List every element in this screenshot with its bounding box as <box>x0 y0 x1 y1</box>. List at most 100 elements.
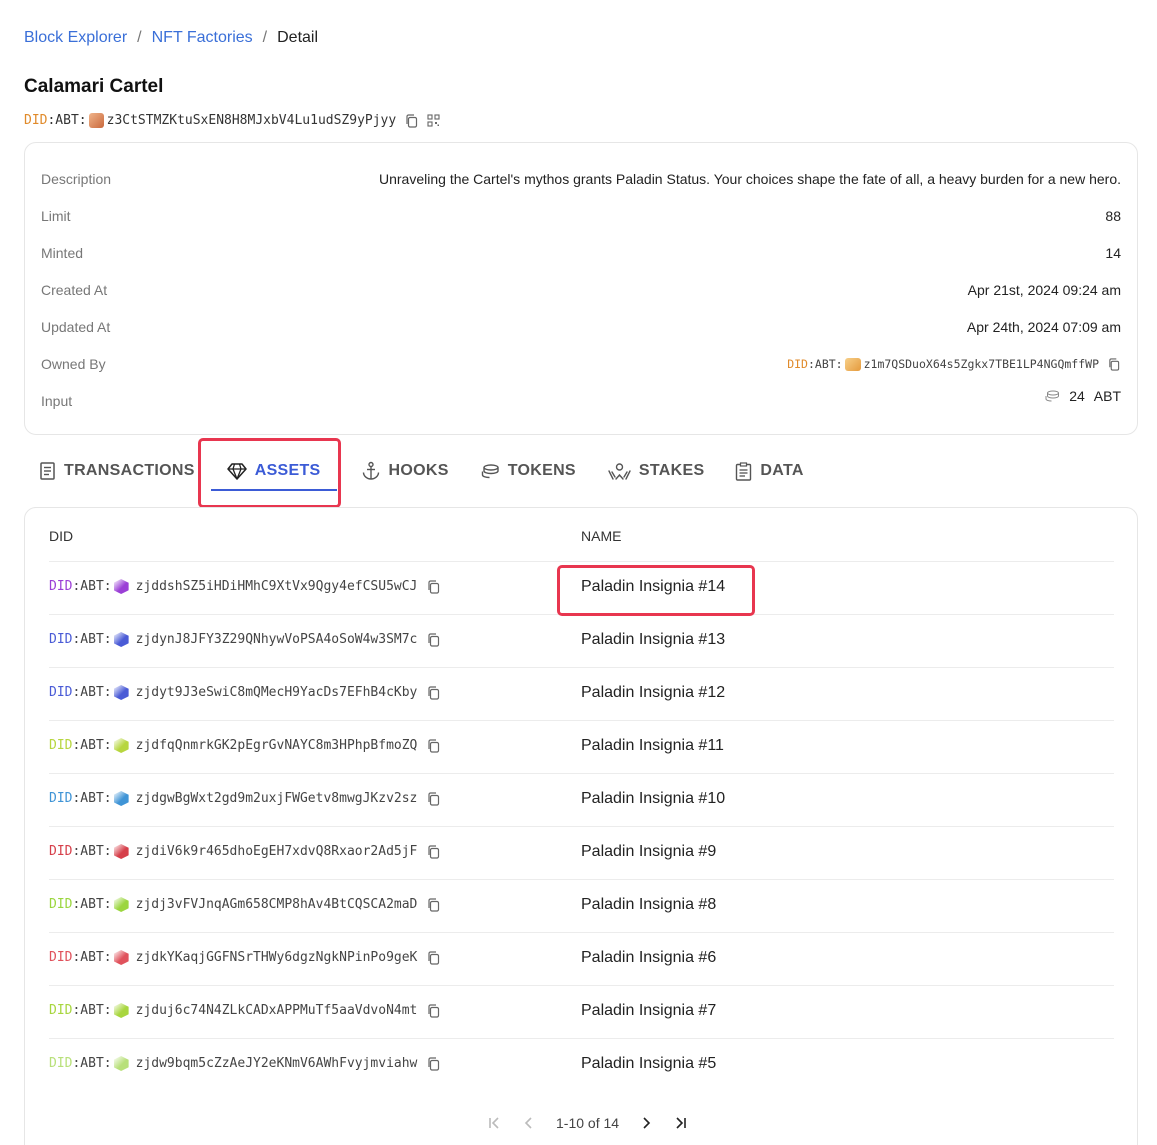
owner-address[interactable]: z1m7QSDuoX64s5Zgkx7TBE1LP4NGQmffWP <box>864 357 1099 371</box>
highlight-box-first-name <box>557 565 755 616</box>
asset-name[interactable]: Paladin Insignia #10 <box>581 790 725 808</box>
updated-label: Updated At <box>41 319 111 335</box>
asset-name[interactable]: Paladin Insignia #9 <box>581 843 716 861</box>
owner-did-prefix-suffix: :ABT: <box>807 357 843 371</box>
copy-icon[interactable] <box>426 1056 440 1071</box>
page-title: Calamari Cartel <box>24 76 164 97</box>
asset-name[interactable]: Paladin Insignia #13 <box>581 631 725 649</box>
asset-address[interactable]: zjdfqQnmrkGK2pEgrGvNAYC8m3HPhpBfmoZQ <box>136 738 418 753</box>
coins-icon <box>1045 390 1060 402</box>
owned-by-label: Owned By <box>41 356 106 372</box>
highlight-box-assets-tab <box>198 438 341 508</box>
table-row[interactable]: DID:ABT: zjduj6c74N4ZLkCADxAPPMuTf5aaVdvo… <box>49 985 1114 1038</box>
asset-address[interactable]: zjduj6c74N4ZLkCADxAPPMuTf5aaVdvoN4mt <box>136 1003 418 1018</box>
asset-avatar <box>113 738 129 753</box>
breadcrumb-current: Detail <box>277 29 319 46</box>
breadcrumb-block-explorer[interactable]: Block Explorer <box>24 29 127 47</box>
asset-name[interactable]: Paladin Insignia #8 <box>581 896 716 914</box>
asset-did-prefix-suffix: :ABT: <box>72 897 112 912</box>
tab-label: HOOKS <box>388 462 449 479</box>
asset-did-prefix: DID <box>49 897 73 912</box>
asset-did-prefix: DID <box>49 791 73 806</box>
asset-address[interactable]: zjddshSZ5iHDiHMhC9XtVx9Qgy4efCSU5wCJ <box>136 579 418 594</box>
first-page-button[interactable] <box>486 1114 504 1132</box>
tab-transactions[interactable]: TRANSACTIONS <box>39 449 195 493</box>
pagination: 1-10 of 14 <box>478 1114 697 1132</box>
copy-icon[interactable] <box>426 738 440 753</box>
asset-did-prefix-suffix: :ABT: <box>72 844 112 859</box>
copy-icon[interactable] <box>426 844 440 859</box>
asset-name[interactable]: Paladin Insignia #6 <box>581 949 716 967</box>
asset-did: DID:ABT: zjdyt9J3eSwiC8mQMecH9YacDs7EFhB4… <box>49 685 440 700</box>
asset-did-prefix: DID <box>49 685 73 700</box>
copy-icon[interactable] <box>1107 357 1121 371</box>
copy-icon[interactable] <box>426 685 440 700</box>
owner-avatar <box>844 357 861 371</box>
asset-avatar <box>113 632 129 647</box>
asset-did: DID:ABT: zjdfqQnmrkGK2pEgrGvNAYC8m3HPhpBf… <box>49 738 440 753</box>
tab-bar: TRANSACTIONS ASSETS HOOKS TOKENS STAKES … <box>24 446 804 496</box>
clipboard-icon <box>736 461 752 481</box>
copy-icon[interactable] <box>404 113 418 128</box>
asset-did-prefix-suffix: :ABT: <box>72 950 112 965</box>
asset-address[interactable]: zjdgwBgWxt2gd9m2uxjFWGetv8mwgJKzv2sz <box>136 791 418 806</box>
table-row[interactable]: DID:ABT: zjdynJ8JFY3Z29QNhywVoPSA4oSoW4w3… <box>49 614 1114 667</box>
table-row[interactable]: DID:ABT: zjdyt9J3eSwiC8mQMecH9YacDs7EFhB4… <box>49 667 1114 720</box>
table-row[interactable]: DID:ABT: zjdiV6k9r465dhoEgEH7xdvQ8Rxaor2A… <box>49 826 1114 879</box>
table-row[interactable]: DID:ABT: zjdfqQnmrkGK2pEgrGvNAYC8m3HPhpBf… <box>49 720 1114 773</box>
table-row[interactable]: DID:ABT: zjdw9bqm5cZzAeJY2eKNmV6AWhFvyjmv… <box>49 1038 1114 1091</box>
asset-did-prefix-suffix: :ABT: <box>72 579 112 594</box>
asset-address[interactable]: zjdj3vFVJnqAGm658CMP8hAv4BtCQSCA2maD <box>136 897 418 912</box>
asset-name[interactable]: Paladin Insignia #11 <box>581 737 724 755</box>
asset-address[interactable]: zjdyt9J3eSwiC8mQMecH9YacDs7EFhB4cKby <box>136 685 418 700</box>
asset-avatar <box>113 685 129 700</box>
tab-tokens[interactable]: TOKENS <box>481 449 576 493</box>
copy-icon[interactable] <box>426 632 440 647</box>
chevron-right-icon <box>643 1117 651 1129</box>
asset-did: DID:ABT: zjdw9bqm5cZzAeJY2eKNmV6AWhFvyjmv… <box>49 1056 440 1071</box>
asset-did: DID:ABT: zjdgwBgWxt2gd9m2uxjFWGetv8mwgJKz… <box>49 791 440 806</box>
last-page-button[interactable] <box>671 1114 689 1132</box>
asset-address[interactable]: zjdynJ8JFY3Z29QNhywVoPSA4oSoW4w3SM7c <box>136 632 418 647</box>
did-prefix-label: DID <box>24 113 48 128</box>
breadcrumb-nft-factories[interactable]: NFT Factories <box>152 29 253 47</box>
created-value: Apr 21st, 2024 09:24 am <box>967 282 1121 298</box>
asset-did: DID:ABT: zjddshSZ5iHDiHMhC9XtVx9Qgy4efCSU… <box>49 579 440 594</box>
asset-address[interactable]: zjdkYKaqjGGFNSrTHWy6dgzNgkNPinPo9geK <box>136 950 418 965</box>
copy-icon[interactable] <box>426 950 440 965</box>
prev-page-button[interactable] <box>520 1114 538 1132</box>
factory-address[interactable]: z3CtSTMZKtuSxEN8H8MJxbV4Lu1udSZ9yPjyy <box>107 113 397 128</box>
asset-did-prefix: DID <box>49 579 73 594</box>
stake-hands-icon <box>608 462 631 480</box>
asset-did-prefix: DID <box>49 632 73 647</box>
asset-did-prefix-suffix: :ABT: <box>72 738 112 753</box>
asset-avatar <box>113 579 129 594</box>
next-page-button[interactable] <box>637 1114 655 1132</box>
asset-name[interactable]: Paladin Insignia #12 <box>581 684 725 702</box>
input-unit: ABT <box>1093 388 1121 404</box>
copy-icon[interactable] <box>426 791 440 806</box>
tab-stakes[interactable]: STAKES <box>608 449 705 493</box>
owner-did-prefix: DID <box>787 357 808 371</box>
tab-label: TRANSACTIONS <box>64 462 195 479</box>
table-row[interactable]: DID:ABT: zjdkYKaqjGGFNSrTHWy6dgzNgkNPinPo… <box>49 932 1114 985</box>
input-amount: 24 <box>1069 388 1085 404</box>
copy-icon[interactable] <box>426 579 440 594</box>
asset-address[interactable]: zjdiV6k9r465dhoEgEH7xdvQ8Rxaor2Ad5jF <box>136 844 418 859</box>
first-page-icon <box>489 1117 499 1129</box>
page-range: 1-10 of 14 <box>556 1115 620 1131</box>
tab-hooks[interactable]: HOOKS <box>361 449 449 493</box>
owner-did: DID :ABT: z1m7QSDuoX64s5Zgkx7TBE1LP4NGQm… <box>787 357 1121 371</box>
receipt-icon <box>40 462 55 480</box>
asset-name[interactable]: Paladin Insignia #5 <box>581 1055 716 1073</box>
tab-data[interactable]: DATA <box>735 449 803 493</box>
asset-name[interactable]: Paladin Insignia #7 <box>581 1002 716 1020</box>
table-row[interactable]: DID:ABT: zjdj3vFVJnqAGm658CMP8hAv4BtCQSCA… <box>49 879 1114 932</box>
copy-icon[interactable] <box>426 1003 440 1018</box>
last-page-icon <box>676 1117 686 1129</box>
table-row[interactable]: DID:ABT: zjdgwBgWxt2gd9m2uxjFWGetv8mwgJKz… <box>49 773 1114 826</box>
copy-icon[interactable] <box>426 897 440 912</box>
qrcode-icon[interactable] <box>426 114 440 128</box>
asset-address[interactable]: zjdw9bqm5cZzAeJY2eKNmV6AWhFvyjmviahw <box>136 1056 418 1071</box>
asset-avatar <box>113 791 129 806</box>
